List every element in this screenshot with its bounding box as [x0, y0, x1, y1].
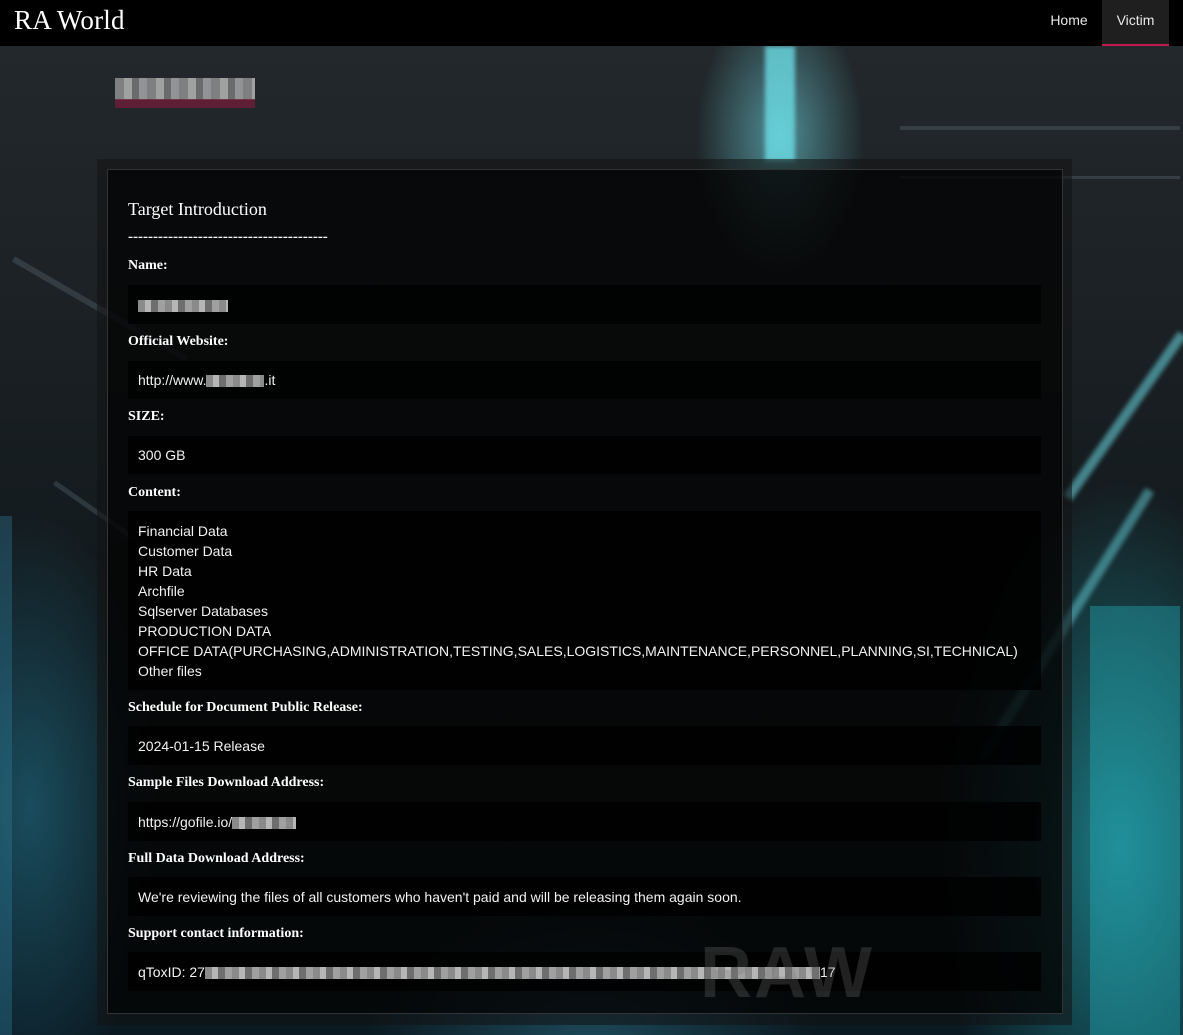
size-label: SIZE:: [128, 409, 165, 424]
name-field: [128, 285, 1041, 324]
website-label: Official Website:: [128, 334, 229, 349]
full-data-value: We're reviewing the files of all custome…: [138, 889, 742, 905]
content-item: HR Data: [138, 563, 192, 579]
raw-watermark: RAW: [700, 933, 874, 1013]
schedule-label: Schedule for Document Public Release:: [128, 700, 363, 715]
support-contact-label: Support contact information:: [128, 926, 304, 941]
sample-files-label: Sample Files Download Address:: [128, 775, 325, 790]
name-value-redacted: [138, 297, 228, 313]
size-field: 300 GB: [128, 436, 1041, 474]
size-value: 300 GB: [138, 447, 186, 463]
top-navbar: RA World Home Victim: [0, 0, 1183, 46]
sample-files-link[interactable]: https://gofile.io/: [138, 814, 297, 830]
server-rack: [0, 516, 12, 1035]
redaction-mask: [206, 375, 265, 388]
content-item: Other files: [138, 663, 202, 679]
nav-victim-link[interactable]: Victim: [1102, 0, 1169, 46]
website-field: http://www. .it: [128, 361, 1041, 399]
section-title: Target Introduction: [128, 199, 267, 219]
server-rack: [1090, 606, 1180, 1035]
content-item: OFFICE DATA(PURCHASING,ADMINISTRATION,TE…: [138, 643, 1018, 659]
redaction-mask: [138, 300, 228, 313]
full-data-field: We're reviewing the files of all custome…: [128, 877, 1041, 916]
schedule-field: 2024-01-15 Release: [128, 726, 1041, 765]
victim-title-underline: [115, 99, 255, 108]
support-contact-field: qToxID: 27 17: [128, 952, 1041, 991]
content-item: Sqlserver Databases: [138, 603, 268, 619]
ceiling-strut: [900, 126, 1180, 130]
ceiling-light: [765, 46, 795, 161]
content-item: PRODUCTION DATA: [138, 623, 272, 639]
sample-files-field: https://gofile.io/: [128, 802, 1041, 841]
content-item: Financial Data: [138, 523, 228, 539]
website-value: http://www. .it: [138, 372, 276, 388]
ceiling-light: [1063, 331, 1183, 501]
victim-title-redacted: [115, 78, 255, 100]
content-list: Financial Data Customer Data HR Data Arc…: [138, 521, 1018, 681]
section-divider: ----------------------------------------: [128, 229, 328, 245]
name-label: Name:: [128, 258, 168, 273]
brand-logo[interactable]: RA World: [14, 5, 125, 36]
full-data-label: Full Data Download Address:: [128, 851, 305, 866]
nav-home-link[interactable]: Home: [1037, 0, 1101, 44]
content-item: Customer Data: [138, 543, 233, 559]
content-field: Financial Data Customer Data HR Data Arc…: [128, 511, 1041, 690]
redaction-mask: [232, 817, 297, 830]
content-item: Archfile: [138, 583, 185, 599]
schedule-value: 2024-01-15 Release: [138, 738, 265, 754]
content-label: Content:: [128, 485, 181, 500]
